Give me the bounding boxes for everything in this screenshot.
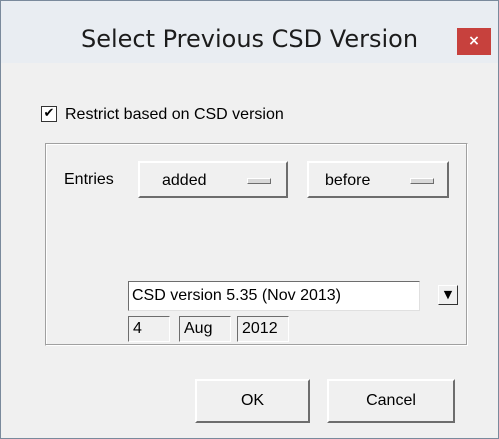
entries-relation-value: before [325,172,371,189]
close-icon: × [468,33,480,49]
entries-action-value: added [162,172,207,189]
restrict-checkbox[interactable]: ✔ [41,106,57,122]
option-menu-indicator-icon [247,178,271,184]
window-title: Select Previous CSD Version [80,25,419,53]
dropdown-arrow-icon[interactable]: ▼ [438,285,458,305]
dialog-body: ✔ Restrict based on CSD version Entries … [7,63,492,432]
check-icon: ✔ [43,106,55,121]
entries-relation-option-menu[interactable]: before [307,161,449,198]
restrict-checkbox-label[interactable]: Restrict based on CSD version [65,106,284,124]
date-month-field[interactable]: Aug [179,316,231,342]
entries-action-option-menu[interactable]: added [138,161,288,198]
dialog-window: Select Previous CSD Version × ✔ Restrict… [0,0,499,439]
cancel-button[interactable]: Cancel [327,379,455,423]
option-menu-indicator-icon [410,178,434,184]
date-year-field[interactable]: 2012 [237,316,289,342]
restriction-group-box: Entries added before CSD version 5.35 (N… [45,143,468,346]
title-bar[interactable]: Select Previous CSD Version × [1,1,498,63]
date-day-field[interactable]: 4 [128,316,170,342]
close-button[interactable]: × [457,28,491,55]
ok-button[interactable]: OK [195,379,310,423]
entries-label: Entries [64,171,114,188]
csd-version-combo-field[interactable]: CSD version 5.35 (Nov 2013) [128,281,420,311]
